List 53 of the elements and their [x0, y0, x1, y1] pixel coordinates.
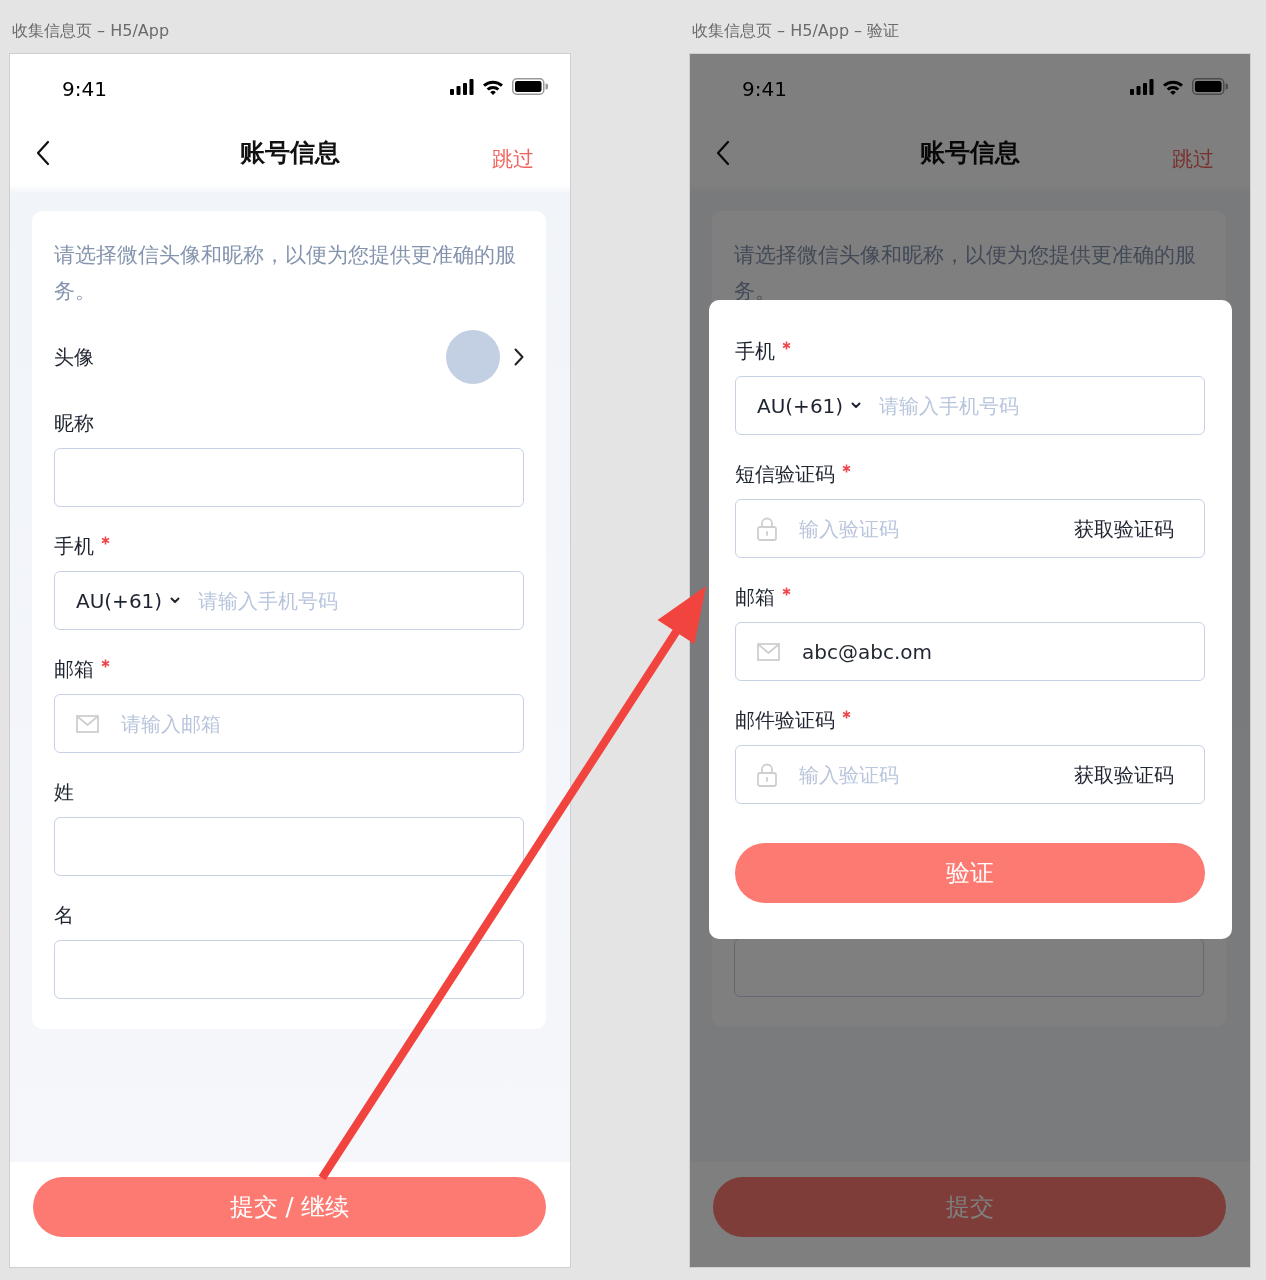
phone-input[interactable]: 请输入手机号码	[196, 584, 493, 617]
lock-icon	[757, 762, 777, 787]
status-time: 9:41	[742, 75, 787, 103]
wifi-icon	[482, 78, 504, 95]
caret-icon	[170, 597, 181, 604]
email-field[interactable]: abc@abc.om	[735, 622, 1205, 681]
frame-caption: 收集信息页 – H5/App – 验证	[692, 21, 900, 40]
field-label: 邮箱	[54, 656, 94, 683]
status-time: 9:41	[62, 75, 107, 103]
frame-caption: 收集信息页 – H5/App	[12, 21, 170, 40]
text-field[interactable]	[734, 938, 1204, 997]
field-label: 手机	[735, 338, 775, 365]
field-label: 名	[54, 902, 74, 929]
field-label: 短信验证码	[735, 461, 835, 488]
page-title: 账号信息	[920, 138, 1020, 168]
phone-field[interactable]: AU(+61) 请输入手机号码	[735, 376, 1205, 435]
get-code-button[interactable]: 获取验证码	[1074, 759, 1174, 790]
email-input[interactable]: abc@abc.om	[800, 635, 1174, 668]
code-input[interactable]: 输入验证码	[797, 758, 1074, 791]
text-field[interactable]	[54, 817, 524, 876]
phone-input[interactable]: 请输入手机号码	[877, 389, 1174, 422]
signal-icon	[1130, 78, 1154, 95]
battery-icon	[512, 78, 548, 95]
battery-icon	[1192, 78, 1228, 95]
mail-icon	[757, 642, 780, 661]
country-select[interactable]: AU(+61)	[76, 585, 181, 616]
field-label: 邮箱	[735, 584, 775, 611]
intro-text: 请选择微信头像和昵称，以便为您提供更准确的服务。	[734, 242, 1197, 305]
code-input[interactable]: 输入验证码	[797, 512, 1074, 545]
email-field[interactable]: 请输入邮箱	[54, 694, 524, 753]
phone-field[interactable]: AU(+61) 请输入手机号码	[54, 571, 524, 630]
avatar[interactable]	[446, 330, 500, 384]
text-field[interactable]	[54, 448, 524, 507]
get-code-button[interactable]: 获取验证码	[1074, 513, 1174, 544]
mail-icon	[76, 714, 99, 733]
lock-icon	[757, 516, 777, 541]
country-select[interactable]: AU(+61)	[757, 390, 862, 421]
code-field[interactable]: 输入验证码 获取验证码	[735, 745, 1205, 804]
wifi-icon	[1162, 78, 1184, 95]
email-input[interactable]: 请输入邮箱	[119, 707, 493, 740]
text-field[interactable]	[54, 940, 524, 999]
field-label: 手机	[54, 533, 94, 560]
back-icon[interactable]	[36, 140, 50, 166]
chevron-icon[interactable]	[514, 348, 524, 366]
field-label: 邮件验证码	[735, 707, 835, 734]
field-label: 昵称	[54, 410, 94, 437]
page-title: 账号信息	[240, 138, 340, 168]
field-label: 头像	[54, 344, 94, 371]
signal-icon	[450, 78, 474, 95]
caret-icon	[851, 402, 862, 409]
intro-text: 请选择微信头像和昵称，以便为您提供更准确的服务。	[54, 242, 517, 305]
code-field[interactable]: 输入验证码 获取验证码	[735, 499, 1205, 558]
field-label: 姓	[54, 779, 74, 806]
